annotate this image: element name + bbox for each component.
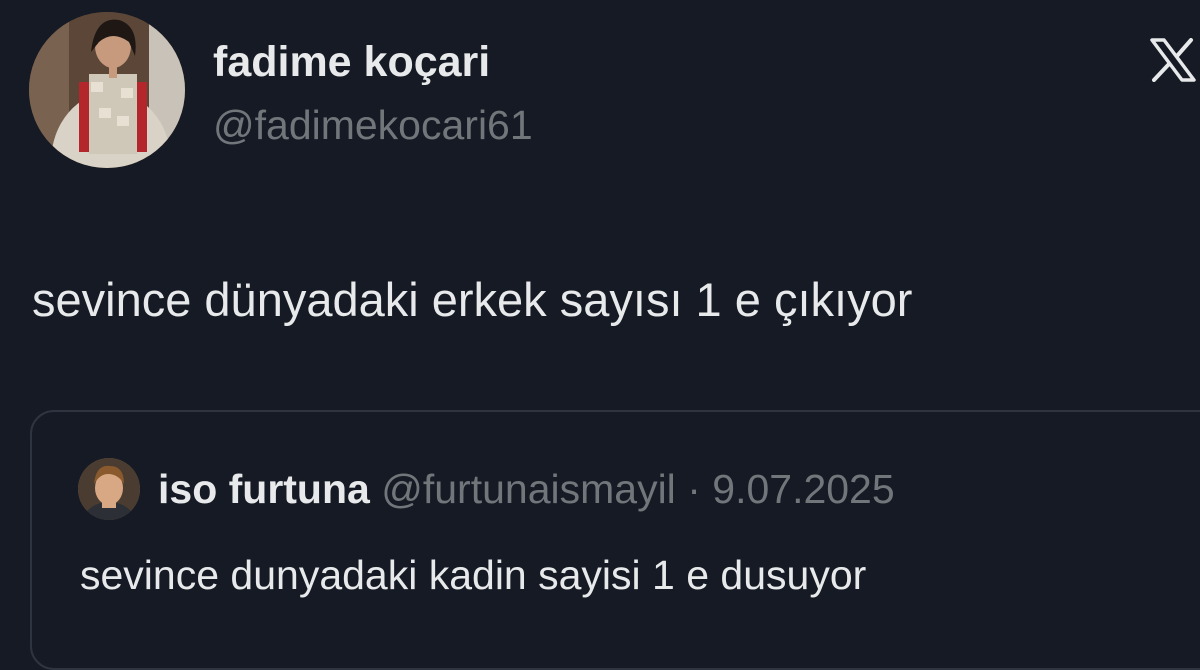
quoted-tweet-header: iso furtuna @furtunaismayil · 9.07.2025 [158, 466, 895, 513]
quoted-tweet-card[interactable] [30, 410, 1200, 670]
author-handle[interactable]: @fadimekocari61 [213, 102, 533, 149]
quoted-tweet-date[interactable]: 9.07.2025 [712, 466, 894, 512]
quoted-tweet-text: sevince dunyadaki kadin sayisi 1 e dusuy… [80, 552, 867, 598]
quoted-author-avatar-photo [78, 458, 140, 520]
author-avatar[interactable] [29, 12, 185, 168]
author-display-name[interactable]: fadime koçari [213, 38, 490, 87]
x-logo-icon [1150, 38, 1196, 82]
tweet-text: sevince dünyadaki erkek sayısı 1 e çıkıy… [32, 273, 913, 326]
header-separator: · [687, 466, 701, 512]
quoted-author-avatar[interactable] [78, 458, 140, 520]
author-avatar-photo [29, 12, 185, 168]
quoted-author-display-name[interactable]: iso furtuna [158, 466, 370, 512]
quoted-author-handle[interactable]: @furtunaismayil [381, 466, 676, 512]
